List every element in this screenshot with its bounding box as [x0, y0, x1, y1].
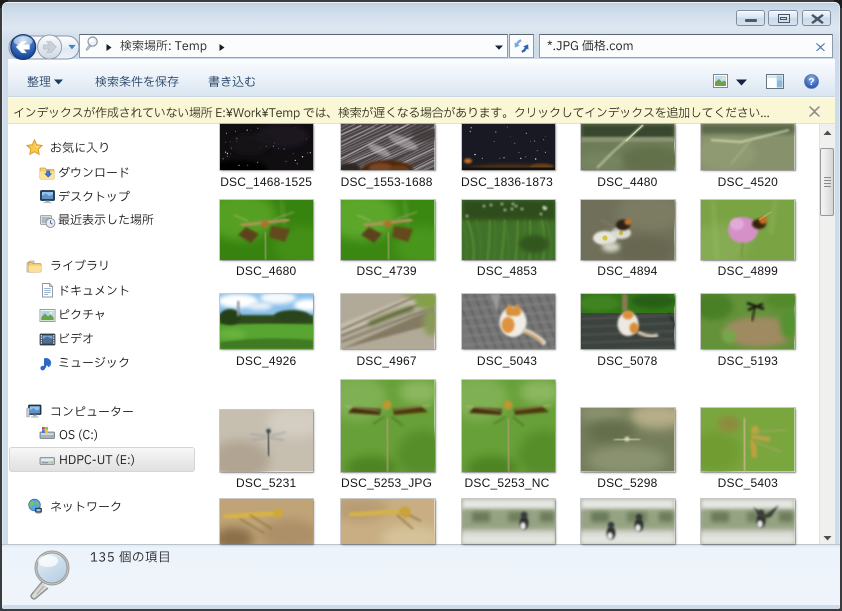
svg-text:?: ? — [808, 76, 814, 88]
